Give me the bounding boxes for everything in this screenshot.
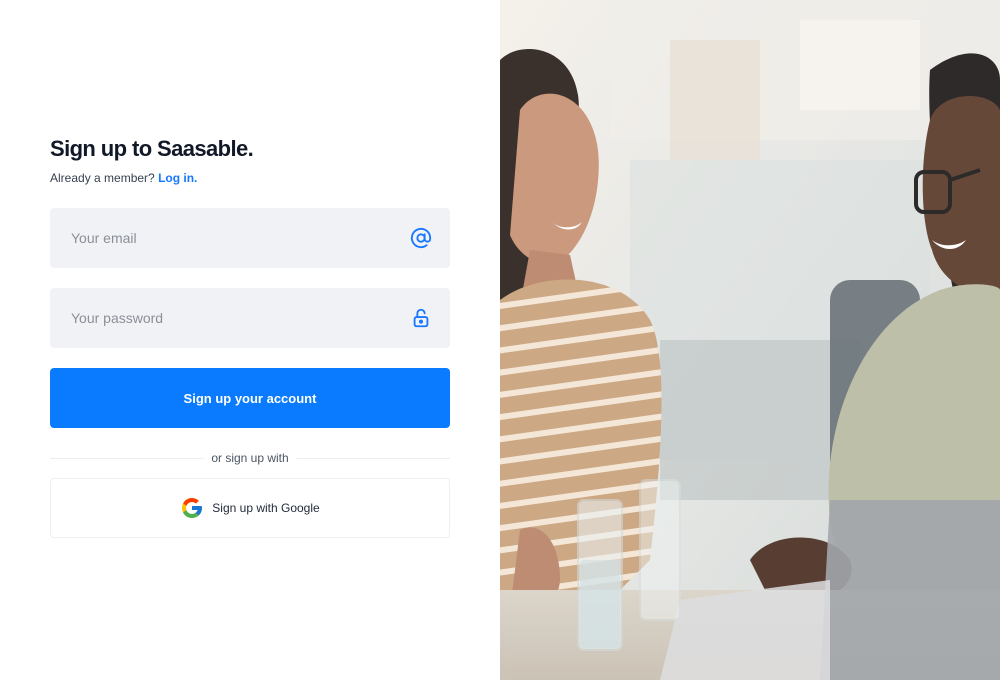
password-field-container — [50, 288, 450, 348]
signup-button[interactable]: Sign up your account — [50, 368, 450, 428]
signup-form: Sign up to Saasable. Already a member? L… — [50, 136, 450, 538]
lock-icon — [413, 308, 429, 328]
page-title: Sign up to Saasable. — [50, 136, 254, 161]
login-link[interactable]: Log in. — [158, 171, 197, 185]
google-icon — [182, 498, 203, 518]
member-prompt-text: Already a member? — [50, 171, 155, 185]
password-field[interactable] — [50, 288, 450, 348]
divider-text: or sign up with — [203, 450, 297, 466]
email-field[interactable] — [50, 208, 450, 268]
hero-photo-illustration — [500, 0, 1000, 680]
google-signup-button[interactable]: Sign up with Google — [50, 478, 450, 538]
divider: or sign up with — [50, 449, 450, 467]
member-prompt: Already a member? Log in. — [50, 170, 450, 186]
signup-panel: Sign up to Saasable. Already a member? L… — [0, 0, 500, 680]
hero-image — [500, 0, 1000, 680]
at-sign-icon — [410, 227, 432, 249]
google-signup-label: Sign up with Google — [212, 501, 320, 515]
email-field-container — [50, 208, 450, 268]
